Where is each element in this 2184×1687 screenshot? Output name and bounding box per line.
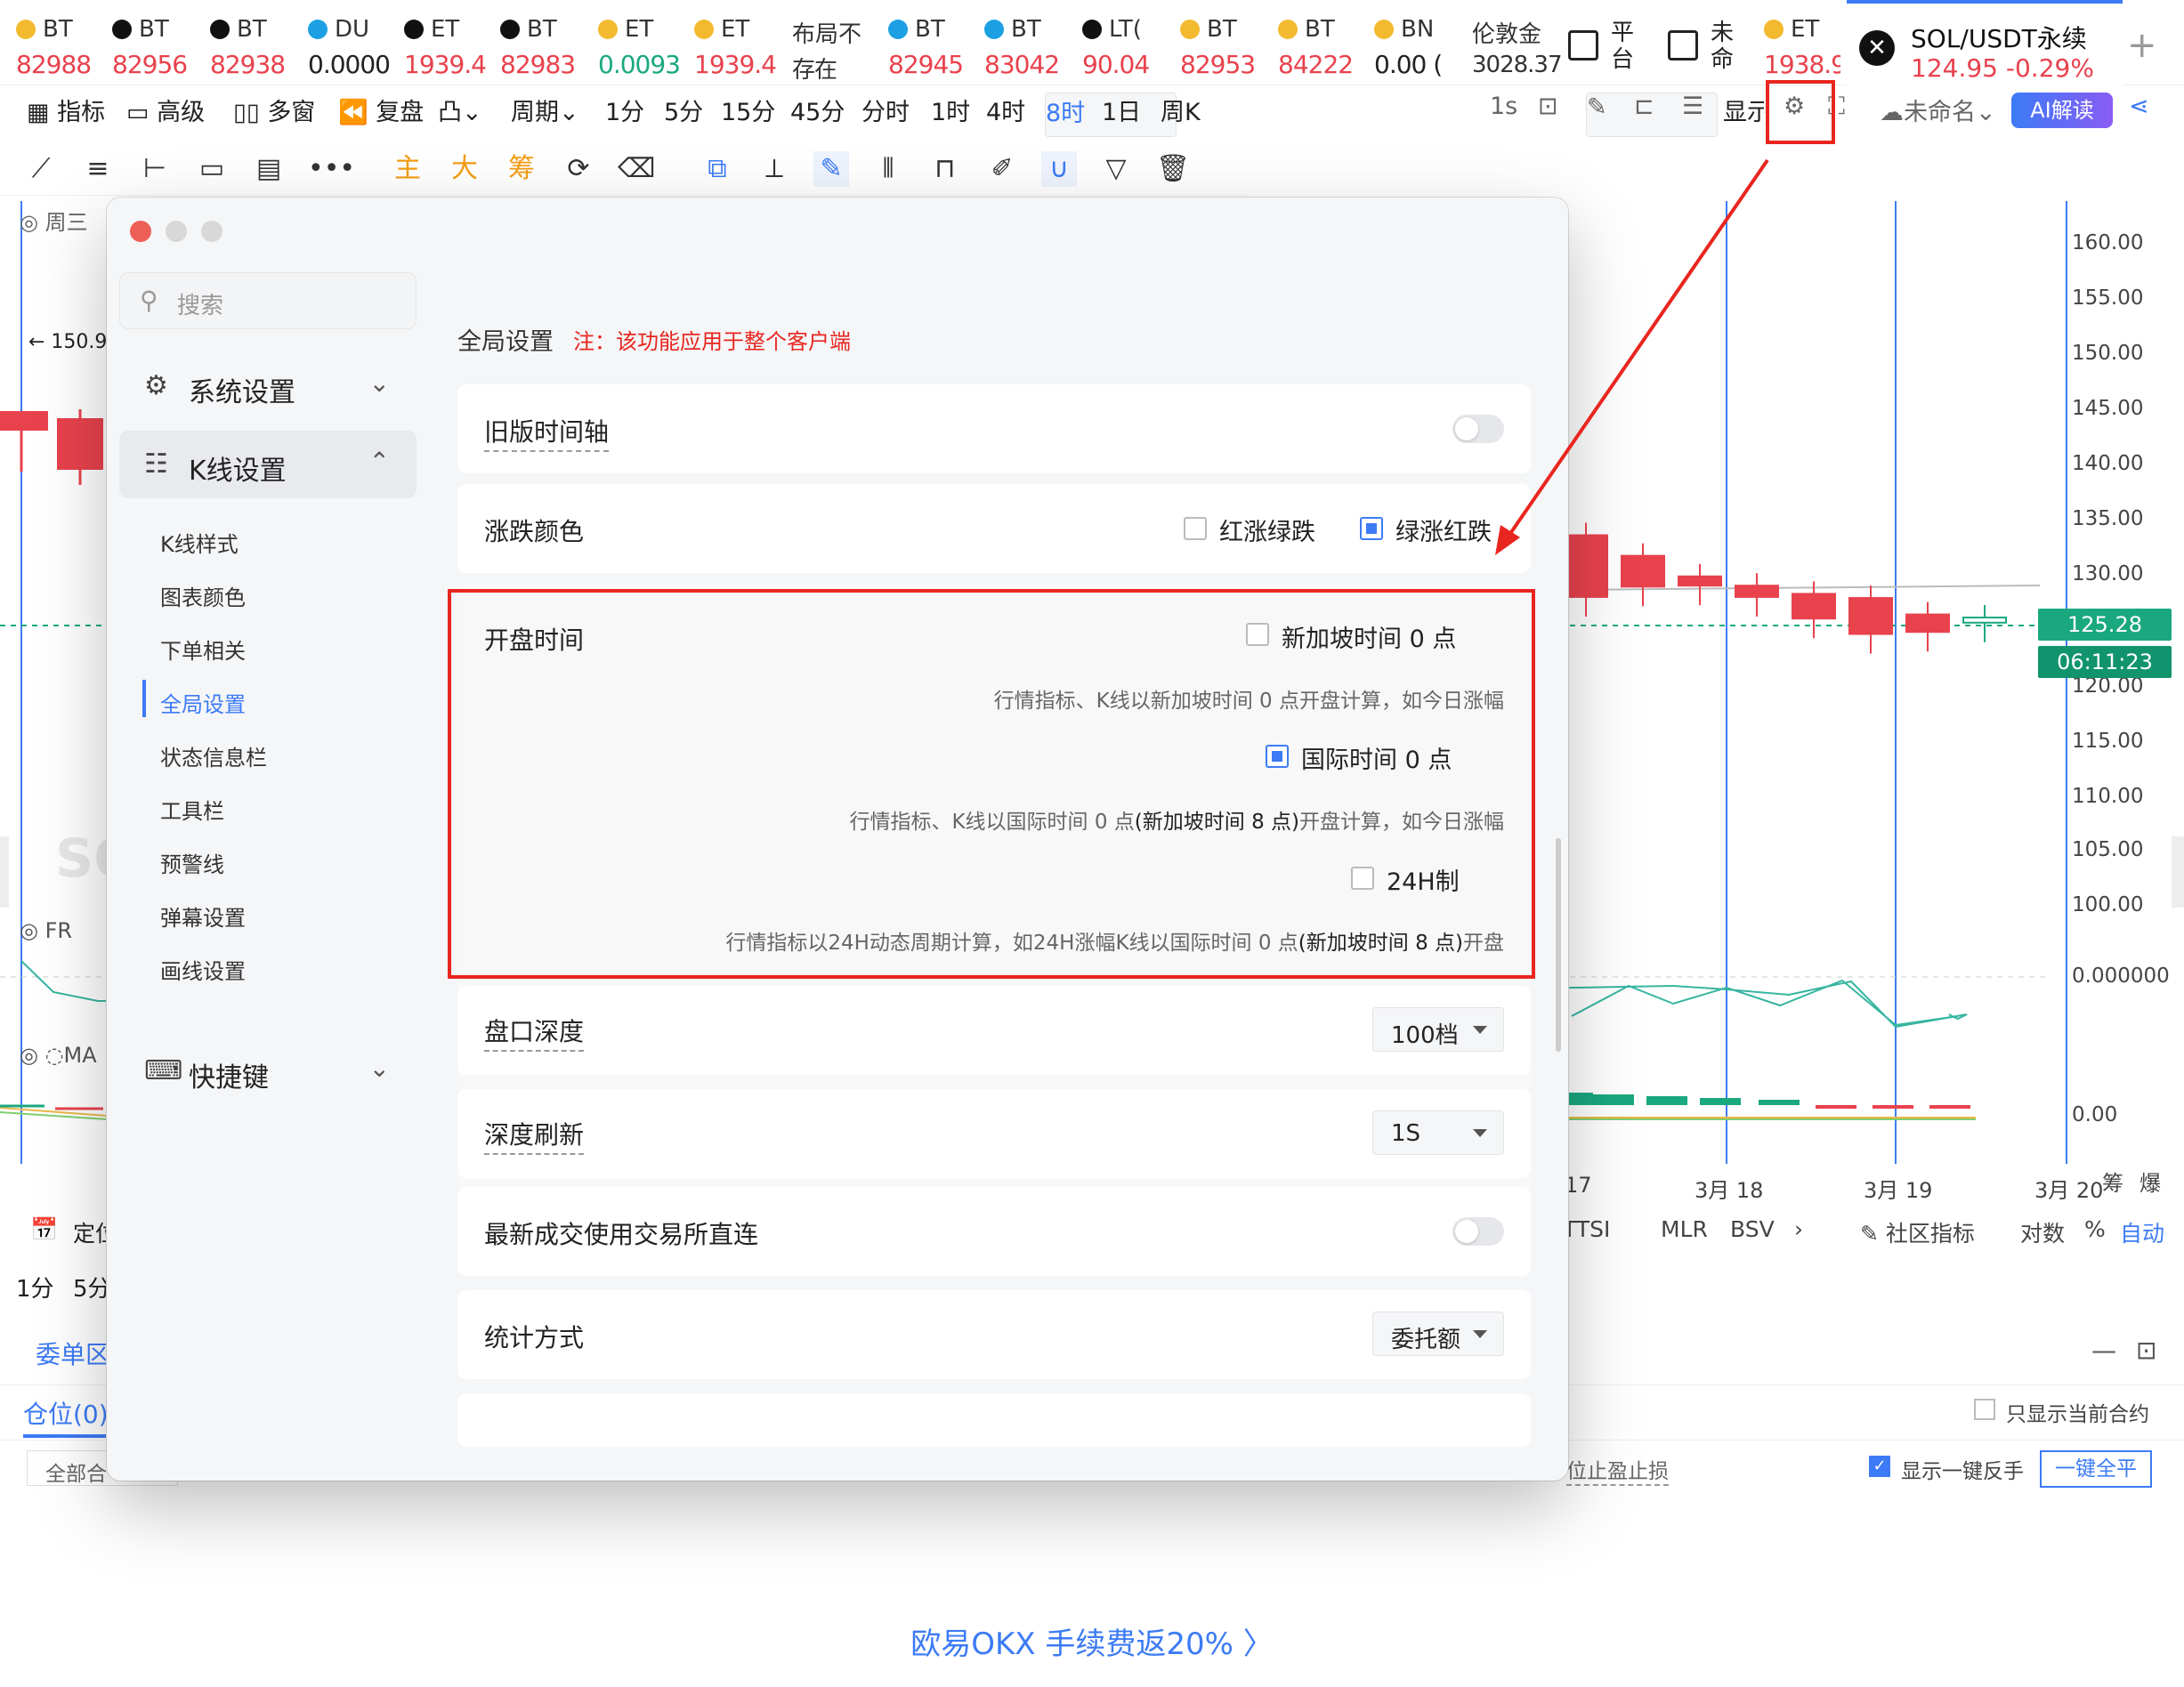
annotation-arrow <box>1495 158 1769 555</box>
app-root: BT 82988 BT 82956 BT 82938 DU 0.0000 ET 1939.4 BT 8… <box>0 0 2184 1687</box>
